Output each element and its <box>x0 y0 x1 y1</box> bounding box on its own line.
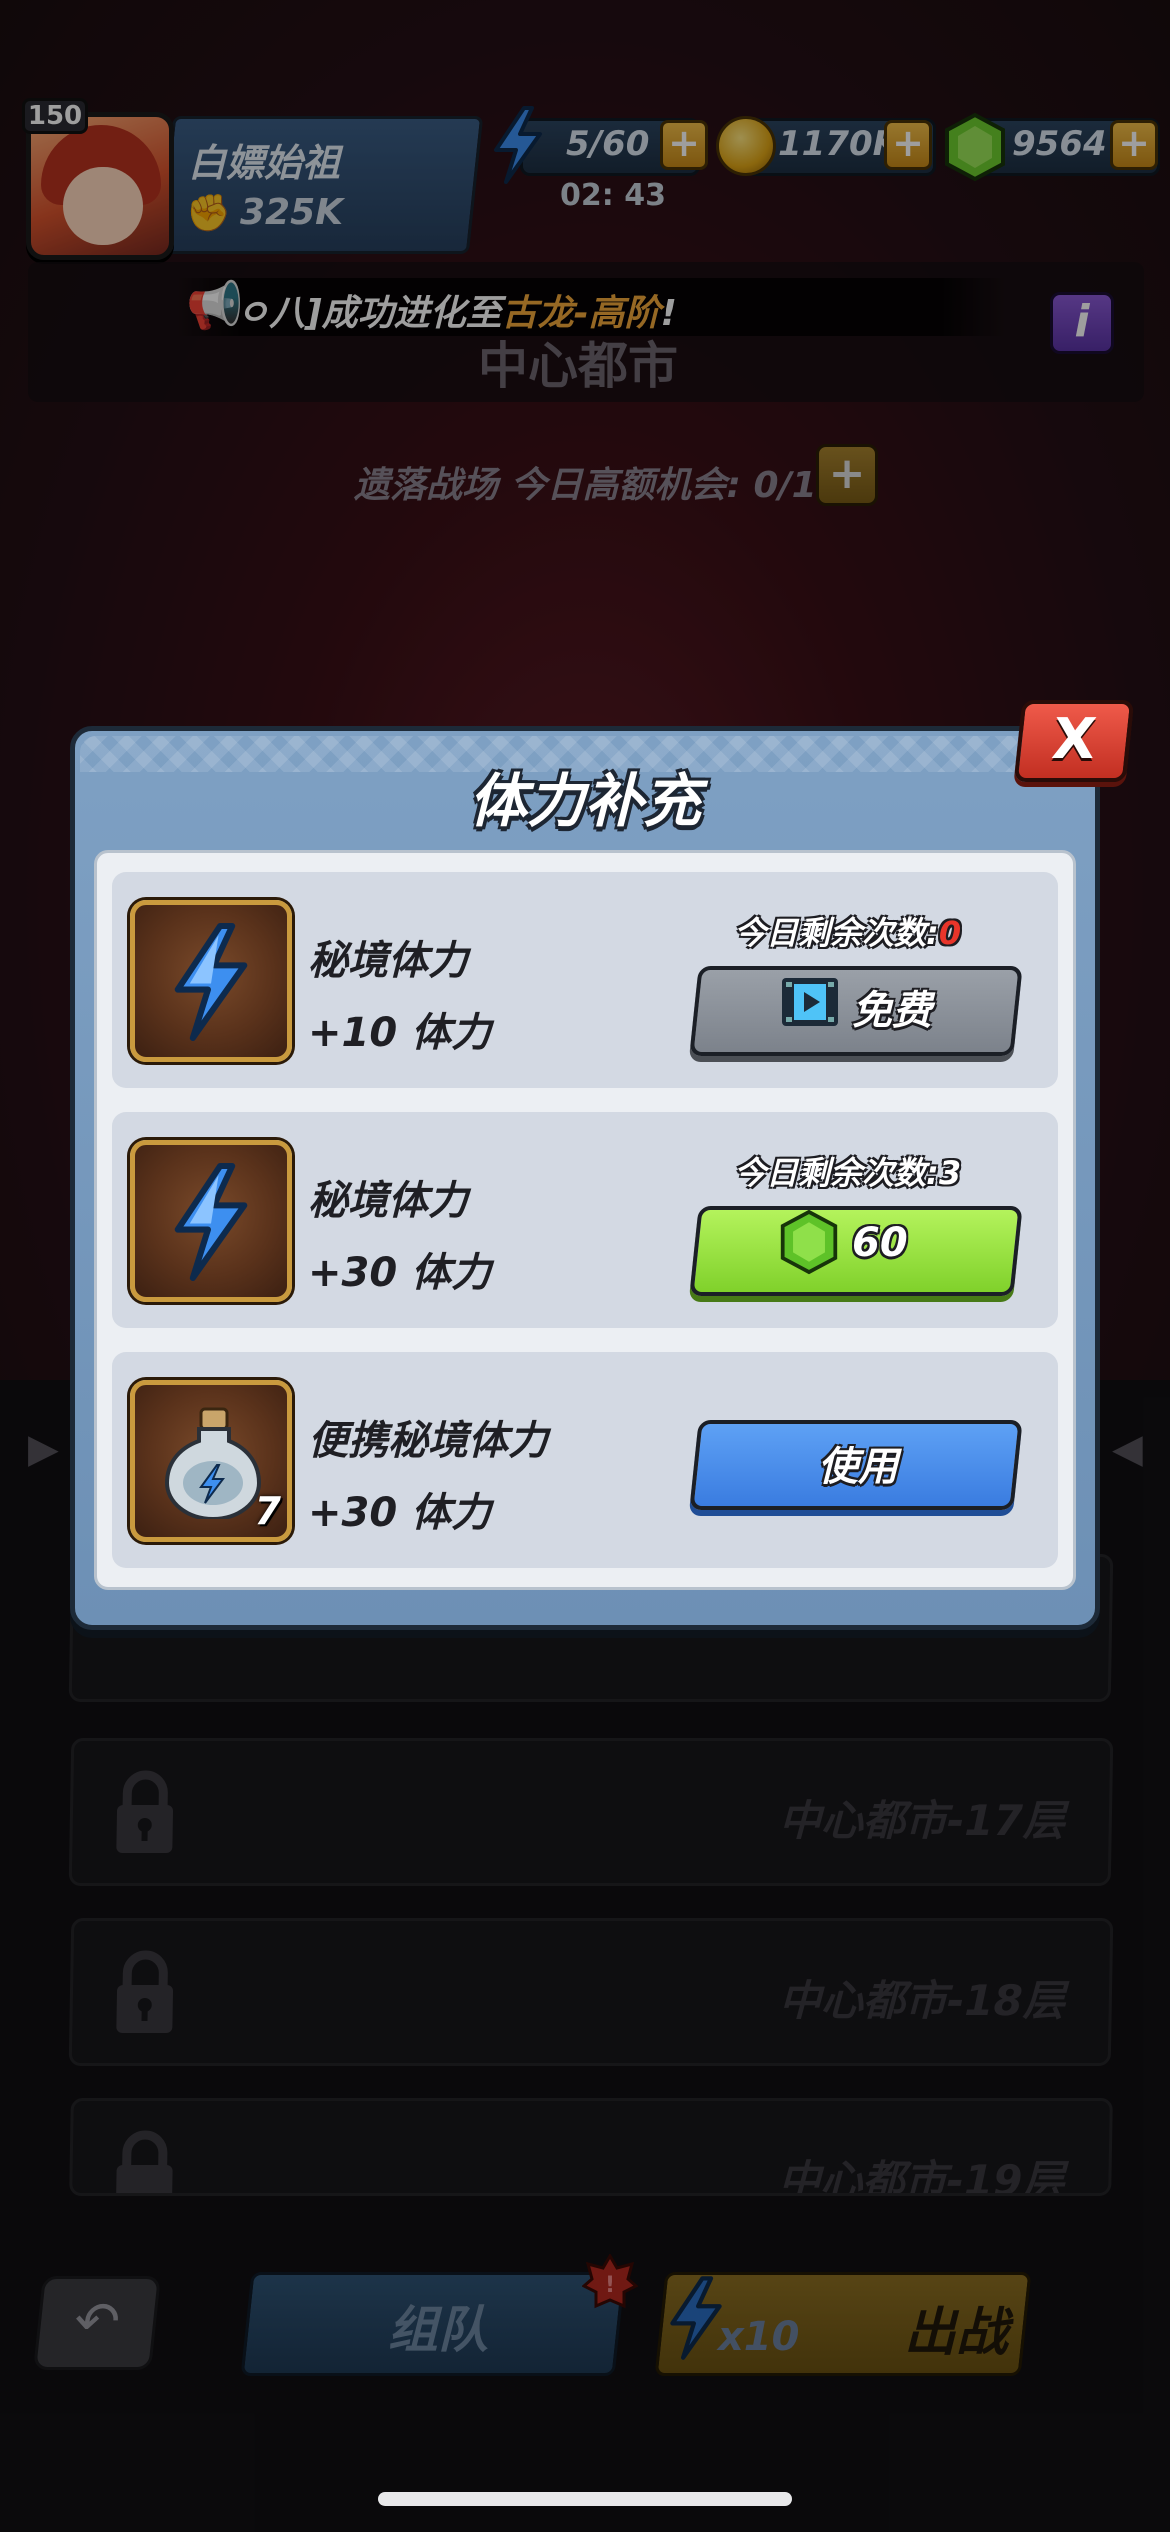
watch-ad-button-label: 免费 <box>852 988 932 1034</box>
item-slot: 7 <box>130 1380 292 1542</box>
home-indicator[interactable] <box>378 2492 792 2506</box>
item-slot <box>130 1140 292 1302</box>
use-item-button-label: 使用 <box>818 1444 898 1490</box>
item-amount: +30 体力 <box>308 1490 492 1536</box>
gem-icon <box>780 1209 838 1275</box>
dialog-title: 体力补充 <box>468 767 701 835</box>
close-button[interactable]: X <box>1013 700 1135 782</box>
item-amount: +10 体力 <box>308 1010 492 1056</box>
item-name: 便携秘境体力 <box>308 1418 548 1464</box>
item-name: 秘境体力 <box>308 938 468 984</box>
video-play-icon <box>782 978 838 1026</box>
item-name: 秘境体力 <box>308 1178 468 1224</box>
item-count: 7 <box>254 1489 281 1533</box>
remaining-count: 今日剩余次数:3 <box>734 1154 962 1192</box>
stamina-potion-icon <box>164 1407 262 1519</box>
item-amount: +30 体力 <box>308 1250 492 1296</box>
remaining-count: 今日剩余次数:0 <box>734 914 962 952</box>
gem-price: 60 <box>852 1220 908 1266</box>
item-slot <box>130 900 292 1062</box>
stamina-bolt-icon <box>174 923 248 1041</box>
stamina-bolt-icon <box>174 1163 248 1281</box>
